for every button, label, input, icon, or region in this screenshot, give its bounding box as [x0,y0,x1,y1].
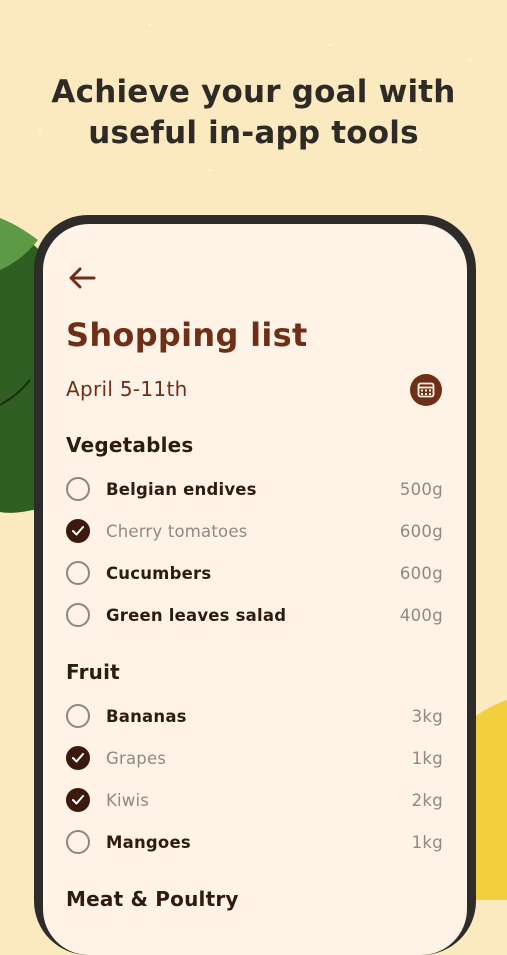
section-title: Fruit [66,660,120,684]
item-quantity: 1kg [411,748,443,768]
item-quantity: 2kg [411,790,443,810]
section-fruit: Fruit Bananas 3kg Grapes 1kg Kiwis 2kg Mangoes 1… [66,657,443,863]
headline: Achieve your goal with useful in-app too… [0,72,507,154]
item-name: Belgian endives [106,479,257,499]
back-button[interactable] [66,264,98,292]
item-name: Kiwis [106,790,150,810]
page-title: Shopping list [66,316,308,354]
checkbox[interactable] [66,477,90,501]
checkmark-icon [72,795,84,805]
list-item[interactable]: Cucumbers 600g [66,552,443,594]
list-item[interactable]: Kiwis 2kg [66,779,443,821]
item-name: Grapes [106,748,167,768]
phone-frame: Shopping list April 5-11th Vegetables Bel… [34,215,476,955]
list-item[interactable]: Mangoes 1kg [66,821,443,863]
headline-line-2: useful in-app tools [88,115,419,151]
checkbox[interactable] [66,788,90,812]
calendar-button[interactable] [410,374,442,406]
section-meat-poultry: Meat & Poultry [66,884,443,914]
checkbox[interactable] [66,704,90,728]
checkmark-icon [72,753,84,763]
item-name: Cucumbers [106,563,212,583]
item-quantity: 1kg [411,832,443,852]
section-vegetables: Vegetables Belgian endives 500g Cherry toma… [66,430,443,636]
calendar-icon [417,382,435,398]
list-item[interactable]: Bananas 3kg [66,695,443,737]
item-quantity: 400g [399,605,443,625]
phone-screen: Shopping list April 5-11th Vegetables Bel… [43,224,467,955]
list-item[interactable]: Cherry tomatoes 600g [66,510,443,552]
item-quantity: 3kg [411,706,443,726]
list-item[interactable]: Grapes 1kg [66,737,443,779]
item-name: Cherry tomatoes [106,521,248,541]
checkbox[interactable] [66,603,90,627]
checkbox[interactable] [66,746,90,770]
item-quantity: 600g [399,521,443,541]
section-title: Vegetables [66,433,194,457]
checkbox[interactable] [66,519,90,543]
item-name: Green leaves salad [106,605,287,625]
item-name: Mangoes [106,832,191,852]
arrow-left-icon [69,267,96,289]
checkmark-icon [72,526,84,536]
section-title: Meat & Poultry [66,887,239,911]
item-quantity: 500g [399,479,443,499]
checkbox[interactable] [66,830,90,854]
item-name: Bananas [106,706,187,726]
list-item[interactable]: Green leaves salad 400g [66,594,443,636]
list-item[interactable]: Belgian endives 500g [66,468,443,510]
date-range: April 5-11th [66,377,188,401]
shopping-sections: Vegetables Belgian endives 500g Cherry toma… [66,424,443,935]
item-quantity: 600g [399,563,443,583]
checkbox[interactable] [66,561,90,585]
headline-line-1: Achieve your goal with [51,74,456,110]
